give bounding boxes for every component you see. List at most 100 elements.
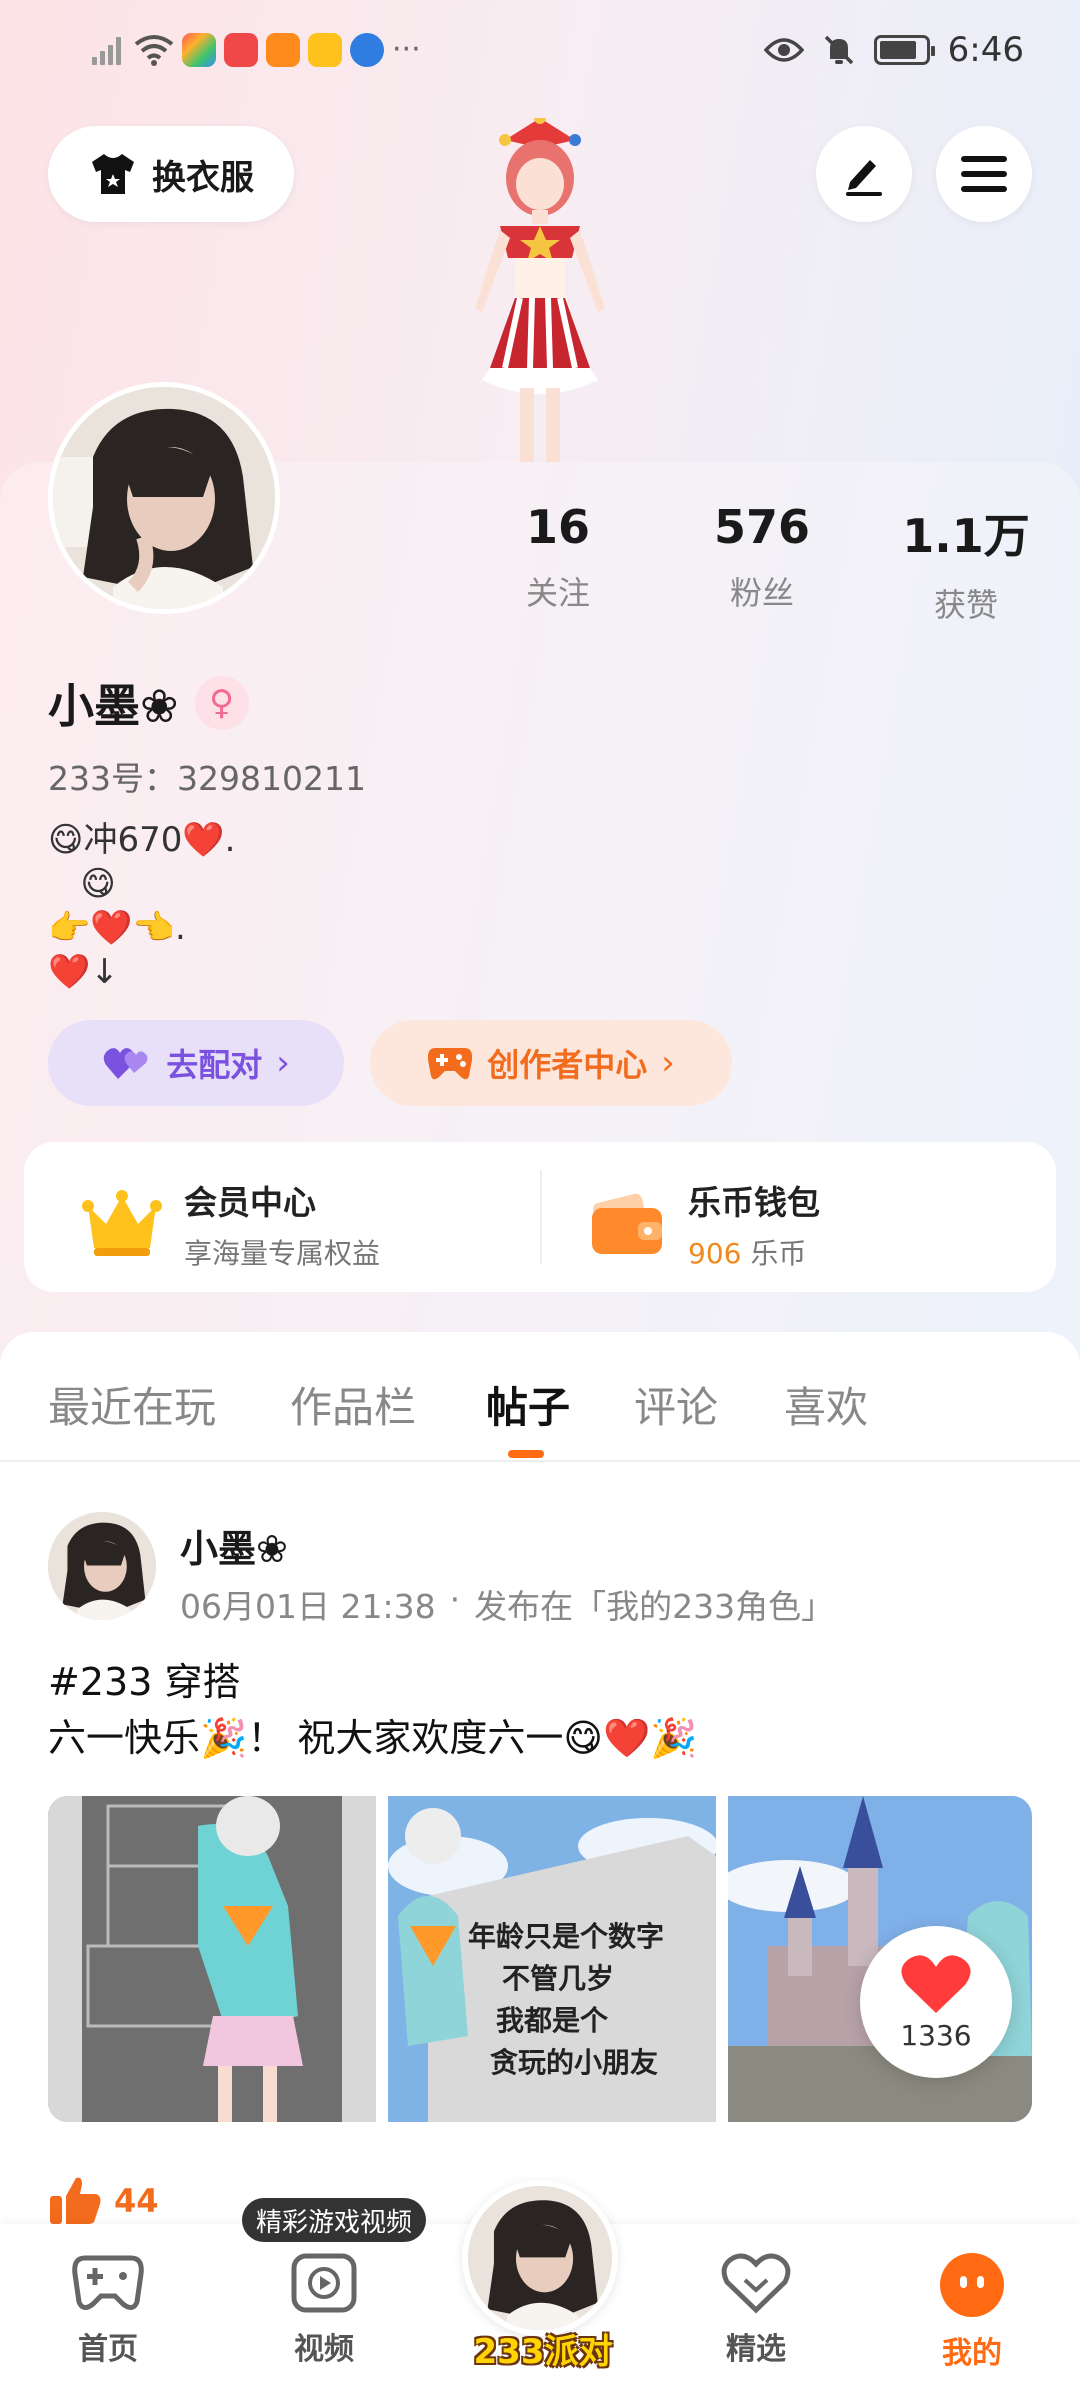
signal-icon: [92, 35, 126, 65]
mute-bell-icon: [824, 35, 853, 65]
post-date: 06月01日 21:38: [180, 1587, 436, 1626]
pencil-icon: [846, 160, 882, 196]
tab-likes[interactable]: 喜欢: [784, 1374, 868, 1435]
profile-username: 小墨❀: [48, 679, 179, 733]
nav-party-label: 233派对: [473, 2332, 613, 2372]
gamepad-home-icon: [72, 2255, 144, 2310]
tab-posts[interactable]: 帖子: [486, 1374, 570, 1435]
wallet-title: 乐币钱包: [688, 1183, 820, 1222]
shirt-icon: [92, 154, 134, 194]
crown-icon: [82, 1190, 162, 1256]
user-id[interactable]: 233号：329810211: [48, 752, 366, 800]
browser-app-icon: [350, 32, 384, 67]
post-meta: 06月01日 21:38 · 发布在「我的233角色」: [180, 1580, 834, 1628]
nav-featured[interactable]: 精选: [696, 2252, 816, 2368]
hopscotch-image: [48, 1796, 376, 2122]
change-clothes-button[interactable]: 换衣服: [48, 126, 294, 222]
avatar-photo: [48, 1512, 156, 1620]
gamepad-icon: [428, 1048, 473, 1080]
profile-username-row: 小墨❀ ♀: [48, 670, 249, 736]
post-author-avatar[interactable]: [48, 1512, 156, 1620]
hamburger-menu-icon: [961, 156, 1007, 192]
battery-icon: [873, 35, 935, 65]
chevron-right-icon: ›: [276, 1043, 290, 1083]
chevron-right-icon: ›: [661, 1043, 675, 1083]
membership-wallet-card: 会员中心 享海量专属权益 乐币钱包 906 乐币: [24, 1142, 1056, 1292]
edit-profile-button[interactable]: [816, 126, 912, 222]
nav-party-button[interactable]: [462, 2180, 618, 2336]
floating-like-button[interactable]: 1336: [860, 1926, 1012, 2078]
book-app-icon: [224, 32, 258, 67]
wall-graffiti-image: 年龄只是个数字不管几岁我都是个贪玩的小朋友: [388, 1796, 716, 2122]
likes-count: 1.1万: [902, 509, 1030, 563]
nav-home[interactable]: 首页: [48, 2252, 168, 2368]
nav-video-label: 视频: [294, 2332, 354, 2367]
meta-dot: ·: [449, 1580, 461, 1619]
smiley-profile-icon: [940, 2253, 1004, 2317]
followers-label: 粉丝: [729, 574, 794, 612]
profile-bio: 😋冲670❤️. 😋 👉❤️👈. ❤️↓: [48, 820, 236, 992]
video-tooltip: 精彩游戏视频: [242, 2198, 427, 2242]
creator-center-button[interactable]: 创作者中心 ›: [370, 1020, 732, 1106]
app-notification-icon: [182, 32, 216, 67]
following-stat[interactable]: 16 关注: [468, 500, 648, 614]
followers-stat[interactable]: 576 粉丝: [672, 500, 852, 614]
member-center-subtitle: 享海量专属权益: [184, 1237, 381, 1270]
post-author-name[interactable]: 小墨❀: [180, 1518, 288, 1573]
status-left-icons: ···: [92, 32, 421, 67]
pair-label: 去配对: [166, 1046, 263, 1084]
tab-recently-played[interactable]: 最近在玩: [48, 1374, 216, 1435]
nav-mine[interactable]: 我的: [912, 2252, 1032, 2372]
status-bar: ··· 6:46: [0, 0, 1080, 110]
female-gender-icon: ♀: [194, 676, 249, 730]
thumbs-up-icon[interactable]: [48, 2176, 102, 2226]
tab-works[interactable]: 作品栏: [290, 1374, 416, 1435]
post-content[interactable]: #233 穿搭 六一快乐🎉！ 祝大家欢度六一😋❤️🎉: [48, 1654, 698, 1766]
tab-comments[interactable]: 评论: [634, 1374, 718, 1435]
nav-mine-label: 我的: [942, 2336, 1002, 2371]
vip-divider: [540, 1170, 542, 1264]
party-avatar-image: [468, 2186, 612, 2330]
following-count: 16: [525, 500, 590, 554]
floating-like-count: 1336: [900, 2018, 972, 2052]
wallet-unit: 乐币: [750, 1237, 807, 1270]
heart-diamond-icon: [721, 2253, 791, 2314]
menu-button[interactable]: [936, 126, 1032, 222]
followers-count: 576: [713, 500, 811, 554]
status-time: 6:46: [947, 30, 1024, 70]
creator-center-label: 创作者中心: [487, 1046, 648, 1084]
post-image-2[interactable]: 年龄只是个数字不管几岁我都是个贪玩的小朋友: [388, 1796, 716, 2122]
wallet-balance: 906: [688, 1237, 742, 1270]
nav-featured-label: 精选: [726, 2332, 786, 2367]
wifi-icon: [134, 34, 174, 66]
wallet-icon: [592, 1193, 662, 1254]
status-right-icons: 6:46: [763, 30, 1024, 70]
member-center-title: 会员中心: [184, 1183, 316, 1222]
active-tab-indicator: [508, 1450, 544, 1458]
video-app-icon: [266, 32, 300, 67]
post-image-1[interactable]: [48, 1796, 376, 2122]
avatar-character-figure: [475, 118, 605, 463]
eye-icon: [763, 38, 804, 62]
pair-button[interactable]: 去配对 ›: [48, 1020, 344, 1106]
nav-video[interactable]: 视频: [264, 2252, 384, 2368]
post-tag-line: #233 穿搭: [48, 1660, 241, 1704]
profile-tabs: 最近在玩 作品栏 帖子 评论 喜欢: [0, 1332, 1080, 1462]
member-center-entry[interactable]: 会员中心 享海量专属权益: [82, 1176, 380, 1272]
likes-label: 获赞: [933, 586, 998, 624]
post-like-count: 44: [114, 2182, 159, 2220]
play-video-icon: [291, 2253, 357, 2313]
nav-home-label: 首页: [78, 2332, 138, 2367]
hearts-icon: [103, 1048, 148, 1079]
heart-icon: [901, 1954, 971, 2013]
following-label: 关注: [525, 574, 590, 612]
post-channel[interactable]: 发布在「我的233角色」: [474, 1580, 834, 1628]
wallet-entry[interactable]: 乐币钱包 906 乐币: [590, 1176, 820, 1272]
change-clothes-label: 换衣服: [152, 157, 254, 198]
more-notifications: ···: [392, 32, 421, 67]
profile-avatar[interactable]: [48, 382, 280, 614]
avatar-photo: [53, 387, 275, 609]
post-message: 六一快乐🎉！ 祝大家欢度六一😋❤️🎉: [48, 1716, 698, 1760]
post-actions: 44: [48, 2176, 159, 2226]
likes-stat[interactable]: 1.1万 获赞: [876, 500, 1056, 626]
